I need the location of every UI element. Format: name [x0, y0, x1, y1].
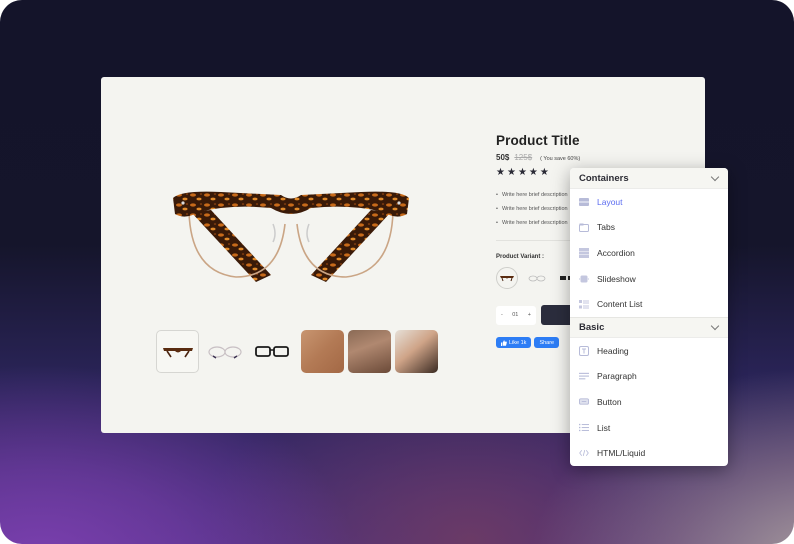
item-label: Slideshow — [597, 273, 636, 284]
facebook-like-button[interactable]: Like 1k — [496, 337, 532, 348]
button-icon — [579, 397, 589, 407]
item-label: HTML/Liquid — [597, 448, 646, 459]
chevron-down-icon[interactable] — [710, 321, 720, 331]
star-icon: ★ — [539, 167, 549, 178]
thumbnail-gallery — [156, 330, 438, 373]
item-label: List — [597, 422, 611, 433]
product-title: Product Title — [496, 133, 580, 148]
thumbnail-silver-glasses[interactable] — [203, 330, 246, 373]
price-row: 50$ 125$ ( You save 60%) — [496, 153, 706, 162]
slideshow-icon — [579, 274, 589, 284]
item-label: Content List — [597, 299, 643, 310]
panel-item-accordion[interactable]: Accordion — [570, 240, 728, 266]
main-product-image — [161, 162, 421, 302]
savings-text: ( You save 60%) — [540, 156, 581, 162]
item-label: Tabs — [597, 222, 615, 233]
star-icon: ★ — [506, 167, 516, 178]
qty-value[interactable]: 01 — [512, 312, 518, 318]
chevron-down-icon[interactable] — [710, 172, 720, 181]
star-icon: ★ — [517, 167, 527, 178]
like-label: Like 1k — [509, 339, 527, 346]
accordion-icon — [579, 247, 589, 258]
current-price: 50$ — [496, 153, 510, 162]
thumbnail-tortoise-glasses[interactable] — [156, 330, 199, 373]
item-label: Heading — [597, 345, 629, 356]
section-header-basic[interactable]: Basic — [570, 316, 728, 338]
list-icon — [579, 423, 589, 433]
panel-item-layout[interactable]: Layout — [570, 189, 728, 215]
panel-item-button[interactable]: Button — [570, 389, 728, 415]
thumbs-up-icon — [501, 339, 507, 346]
share-label: Share — [539, 339, 555, 346]
panel-item-html-liquid[interactable]: HTML/Liquid — [570, 440, 728, 466]
variant-tortoise[interactable] — [496, 267, 518, 289]
panel-item-slideshow[interactable]: Slideshow — [570, 266, 728, 292]
item-label: Accordion — [597, 247, 635, 258]
panel-item-tabs[interactable]: Tabs — [570, 215, 728, 241]
layout-icon — [579, 197, 589, 207]
paragraph-icon — [579, 371, 589, 381]
panel-item-paragraph[interactable]: Paragraph — [570, 364, 728, 390]
background-frame: Product Title 50$ 125$ ( You save 60%) ★… — [0, 0, 794, 544]
section-title: Containers — [579, 172, 629, 184]
section-title: Basic — [579, 321, 605, 333]
item-label: Paragraph — [597, 371, 637, 382]
thumbnail-black-glasses[interactable] — [250, 330, 293, 373]
quantity-stepper[interactable]: - 01 + — [496, 305, 536, 325]
content-list-icon — [579, 299, 589, 309]
thumbnail-glasses-photo[interactable] — [301, 330, 344, 373]
star-icon: ★ — [496, 167, 505, 178]
panel-item-heading[interactable]: Heading — [570, 338, 728, 364]
heading-icon — [579, 345, 589, 356]
item-label: Layout — [597, 196, 623, 207]
qty-decrement[interactable]: - — [501, 312, 503, 318]
thumbnail-model-photo-1[interactable] — [348, 330, 391, 373]
panel-item-content-list[interactable]: Content List — [570, 291, 728, 317]
tabs-icon — [579, 222, 589, 232]
star-icon: ★ — [528, 167, 538, 178]
original-price: 125$ — [514, 153, 533, 162]
thumbnail-model-photo-2[interactable] — [395, 330, 438, 373]
facebook-share-button[interactable]: Share — [534, 337, 560, 348]
qty-increment[interactable]: + — [528, 312, 531, 318]
panel-item-list[interactable]: List — [570, 415, 728, 441]
code-icon — [579, 448, 589, 458]
section-header-containers[interactable]: Containers — [570, 168, 728, 189]
variant-silver[interactable] — [526, 267, 548, 289]
item-label: Button — [597, 396, 622, 407]
elements-panel: Containers Layout Tabs Accordion Slidesh… — [570, 168, 728, 466]
